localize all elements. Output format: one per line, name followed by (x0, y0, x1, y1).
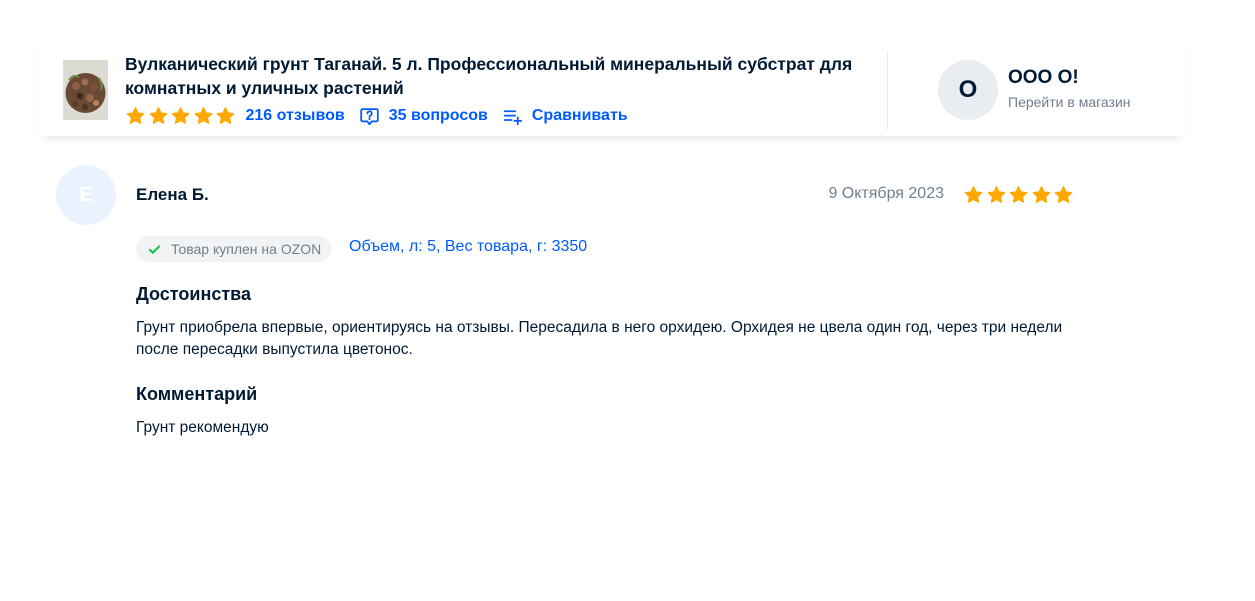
question-bubble-icon (359, 106, 380, 127)
review-date: 9 Октября 2023 (828, 185, 944, 202)
star-icon (963, 185, 984, 205)
review-rating-stars (963, 185, 1076, 205)
comment-heading: Комментарий (136, 384, 258, 404)
comment-text: Грунт рекомендую (136, 419, 269, 436)
header-divider (887, 51, 888, 130)
reviewer-avatar: Е (56, 165, 116, 225)
questions-link[interactable]: 35 вопросов (359, 106, 488, 127)
product-variant-link[interactable]: Объем, л: 5, Вес товара, г: 3350 (349, 238, 587, 256)
star-icon (1031, 185, 1052, 205)
star-icon (1053, 185, 1074, 205)
compare-list-icon (502, 106, 523, 127)
star-icon (125, 106, 146, 126)
compare-button[interactable]: Сравнивать (502, 106, 628, 127)
store-avatar[interactable]: О (938, 60, 998, 120)
soil-image-icon (63, 60, 108, 120)
star-icon (1008, 185, 1029, 205)
store-name[interactable]: ООО О! (1008, 67, 1079, 89)
checkmark-icon (148, 243, 161, 256)
star-icon (148, 106, 169, 126)
compare-label: Сравнивать (531, 107, 628, 124)
product-title[interactable]: Вулканический грунт Таганай. 5 л. Профес… (125, 52, 865, 100)
reviews-link[interactable]: 216 отзывов (246, 107, 345, 125)
pros-heading: Достоинства (136, 284, 251, 304)
reviewer-name: Елена Б. (136, 185, 209, 204)
product-header: Вулканический грунт Таганай. 5 л. Профес… (41, 36, 1183, 136)
product-rating-stars[interactable] (125, 106, 238, 126)
product-meta: 216 отзывов 35 вопросов Сравнивать (125, 105, 628, 127)
pros-text: Грунт приобрела впервые, ориентируясь на… (136, 319, 1063, 358)
purchased-badge-label: Товар куплен на OZON (171, 241, 322, 257)
product-thumbnail[interactable] (63, 60, 108, 120)
star-icon (986, 185, 1007, 205)
star-icon (215, 106, 236, 126)
star-icon (193, 106, 214, 126)
go-to-store-link[interactable]: Перейти в магазин (1008, 94, 1131, 110)
questions-label: 35 вопросов (388, 107, 488, 124)
purchased-badge: Товар куплен на OZON (136, 236, 333, 262)
star-icon (170, 106, 191, 126)
